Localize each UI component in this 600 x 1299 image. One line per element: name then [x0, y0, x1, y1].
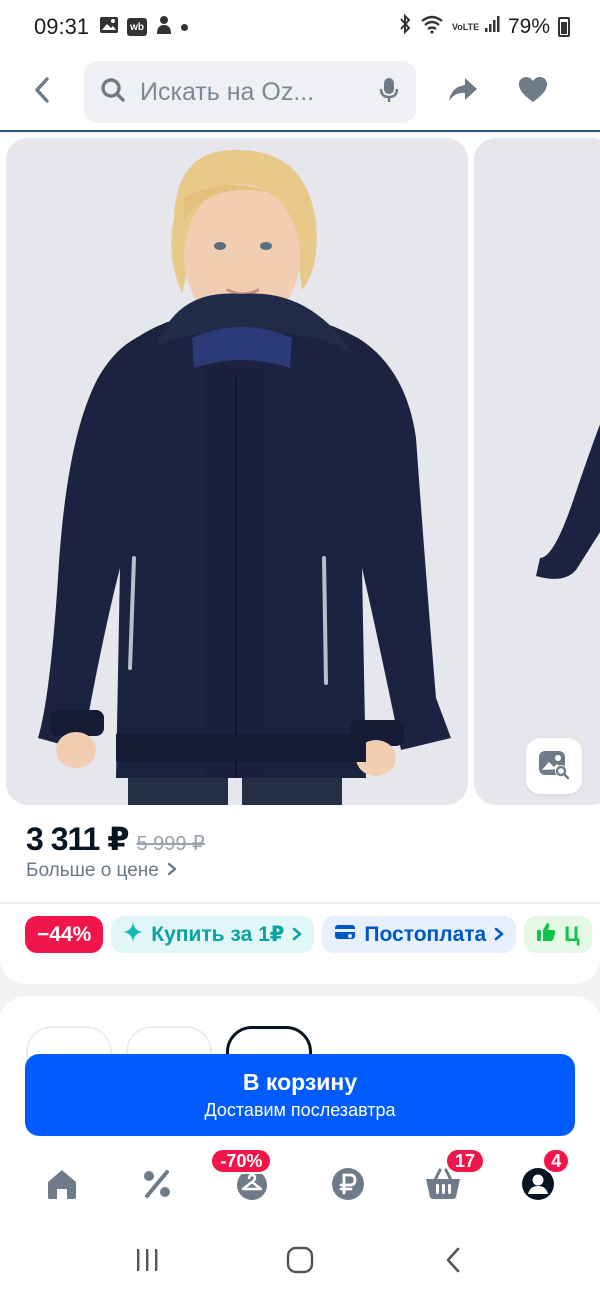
- chevron-right-icon: [494, 923, 504, 947]
- search-placeholder: Искать на Oz...: [140, 77, 315, 106]
- home-button[interactable]: [270, 1238, 330, 1288]
- top-header: Искать на Oz...: [0, 54, 600, 132]
- buy-for-1-chip[interactable]: Купить за 1₽: [111, 916, 315, 953]
- share-icon: [447, 76, 479, 109]
- postpay-chip[interactable]: Постоплата: [322, 916, 517, 953]
- percent-icon: [141, 1168, 173, 1205]
- microphone-icon[interactable]: [378, 76, 400, 109]
- signal-icon: [484, 15, 500, 39]
- delivery-info: Доставим послезавтра: [204, 1100, 396, 1120]
- dot-icon: [181, 23, 189, 31]
- card-icon: [334, 923, 356, 947]
- image-icon: [99, 16, 119, 39]
- sale-badge: -70%: [210, 1148, 273, 1174]
- divider: [0, 902, 600, 904]
- visual-search-button[interactable]: [526, 738, 582, 794]
- price-section: 3 311 ₽ 5 999 ₽ Больше о цене −44% Купит…: [0, 808, 600, 984]
- rating-chip[interactable]: Ц: [524, 916, 592, 953]
- status-system-icons: VoLTE 79%: [398, 13, 570, 40]
- back-icon: [31, 75, 53, 110]
- status-time: 09:31: [34, 14, 90, 39]
- add-to-cart-button[interactable]: В корзину Доставим послезавтра: [25, 1054, 575, 1136]
- heart-icon: [518, 76, 548, 109]
- image-search-icon: [538, 748, 570, 785]
- current-price: 3 311 ₽: [26, 821, 129, 857]
- bottom-navigation: -70% 17 4: [0, 1146, 600, 1226]
- recents-button[interactable]: [117, 1238, 177, 1288]
- status-notification-icons: wb: [99, 15, 189, 40]
- nav-cart[interactable]: 17: [403, 1148, 485, 1221]
- buy-for-1-label: Купить за 1₽: [151, 923, 285, 946]
- system-back-icon: [443, 1246, 463, 1279]
- system-navigation: [0, 1226, 600, 1299]
- nav-profile[interactable]: 4: [498, 1148, 578, 1221]
- cart-count-badge: 17: [444, 1148, 485, 1174]
- add-to-cart-label: В корзину: [242, 1069, 358, 1095]
- bluetooth-icon: [398, 13, 412, 40]
- product-gallery[interactable]: [0, 134, 600, 808]
- discount-badge[interactable]: −44%: [25, 916, 104, 953]
- sparkle-icon: [123, 921, 144, 948]
- back-button[interactable]: [0, 62, 84, 122]
- nav-fashion[interactable]: -70%: [210, 1148, 292, 1221]
- nav-finance[interactable]: [308, 1151, 388, 1221]
- share-button[interactable]: [428, 62, 498, 122]
- person-icon: [155, 15, 173, 40]
- search-icon: [100, 77, 126, 108]
- volte-icon: VoLTE: [451, 22, 480, 32]
- promo-chips: −44% Купить за 1₽ Постоплата Ц: [25, 916, 592, 953]
- battery-percent: 79%: [507, 15, 550, 38]
- rating-chip-label: Ц: [564, 922, 580, 946]
- price-details-link[interactable]: Больше о цене: [26, 860, 177, 882]
- jacket-peek-illustration: [536, 424, 600, 579]
- profile-badge: 4: [542, 1148, 571, 1174]
- system-back-button[interactable]: [423, 1238, 483, 1288]
- discount-label: −44%: [37, 922, 92, 946]
- price-row: 3 311 ₽ 5 999 ₽: [26, 820, 205, 858]
- chevron-right-icon: [292, 923, 302, 947]
- status-bar: 09:31 wb VoLTE 79%: [0, 0, 600, 54]
- home-icon: [45, 1168, 79, 1205]
- recents-icon: [134, 1247, 160, 1278]
- thumbs-up-icon: [536, 922, 556, 948]
- jacket-illustration: [38, 149, 451, 805]
- nav-discounts[interactable]: [117, 1151, 197, 1221]
- product-photo[interactable]: [6, 138, 468, 805]
- wb-icon: wb: [127, 18, 148, 36]
- search-input[interactable]: Искать на Oz...: [84, 61, 416, 123]
- postpay-label: Постоплата: [364, 922, 487, 946]
- system-home-icon: [286, 1246, 314, 1279]
- battery-icon: [558, 17, 570, 37]
- next-product-photo[interactable]: [474, 138, 600, 805]
- price-details-label: Больше о цене: [26, 860, 159, 881]
- old-price: 5 999 ₽: [136, 833, 205, 855]
- ruble-icon: [331, 1167, 365, 1206]
- nav-home[interactable]: [22, 1151, 102, 1221]
- favorite-button[interactable]: [498, 62, 568, 122]
- wifi-icon: [420, 14, 444, 40]
- chevron-right-icon: [167, 860, 177, 882]
